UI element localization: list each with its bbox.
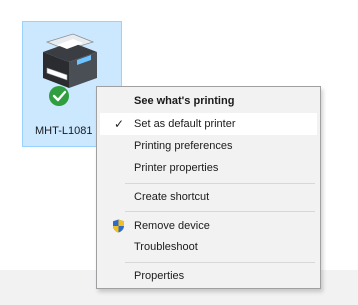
menu-item-set-default-printer[interactable]: ✓ Set as default printer xyxy=(100,113,317,135)
checkmark-icon: ✓ xyxy=(114,117,125,131)
menu-item-label: Properties xyxy=(134,270,185,282)
menu-item-label: Printer properties xyxy=(134,162,219,174)
menu-item-label: See what's printing xyxy=(134,95,235,107)
desktop: MHT-L1081 See what's printing ✓ Set as d… xyxy=(0,0,358,305)
green-check-badge-icon xyxy=(49,86,69,106)
context-menu: See what's printing ✓ Set as default pri… xyxy=(96,86,321,289)
printer-name-label: MHT-L1081 xyxy=(35,125,93,137)
menu-separator xyxy=(125,183,315,184)
menu-item-remove-device[interactable]: Remove device xyxy=(100,215,317,237)
uac-shield-icon xyxy=(113,219,124,233)
menu-separator xyxy=(125,211,315,212)
menu-item-label: Printing preferences xyxy=(134,140,233,152)
menu-item-label: Create shortcut xyxy=(134,191,210,203)
menu-item-label: Set as default printer xyxy=(134,118,236,130)
menu-item-label: Troubleshoot xyxy=(134,241,198,253)
menu-item-see-whats-printing[interactable]: See what's printing xyxy=(100,90,317,112)
printer-icon xyxy=(43,33,97,106)
menu-item-label: Remove device xyxy=(134,220,210,232)
menu-item-properties[interactable]: Properties xyxy=(100,265,317,287)
menu-item-printer-properties[interactable]: Printer properties xyxy=(100,157,317,179)
menu-item-create-shortcut[interactable]: Create shortcut xyxy=(100,186,317,208)
menu-item-troubleshoot[interactable]: Troubleshoot xyxy=(100,236,317,258)
menu-item-printing-preferences[interactable]: Printing preferences xyxy=(100,135,317,157)
menu-separator xyxy=(125,262,315,263)
